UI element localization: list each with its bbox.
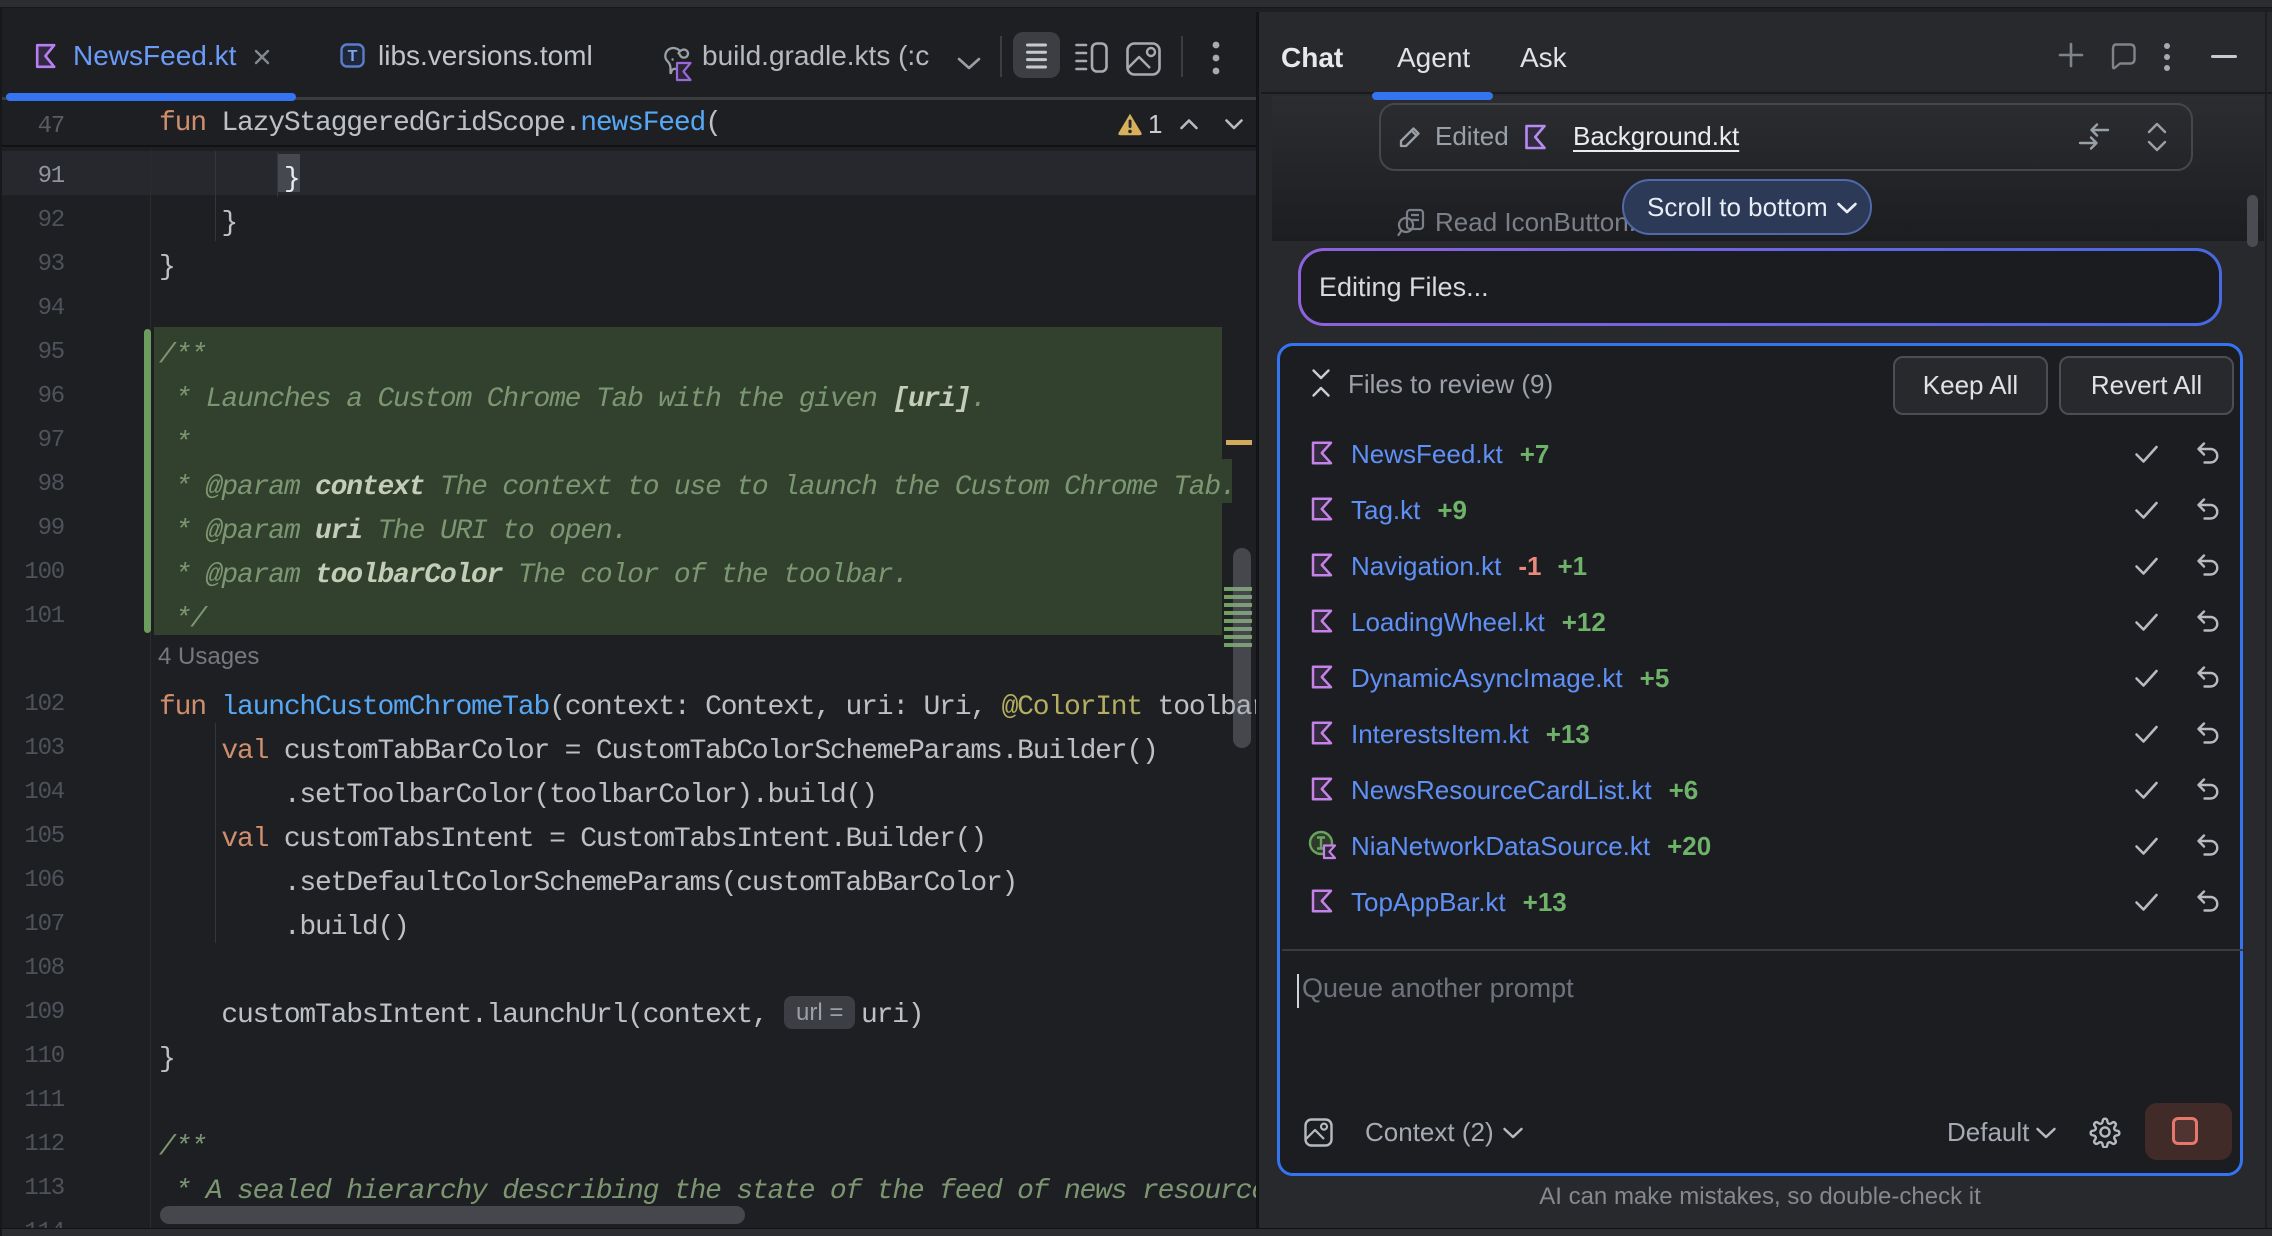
svg-text:T: T [348, 48, 358, 65]
